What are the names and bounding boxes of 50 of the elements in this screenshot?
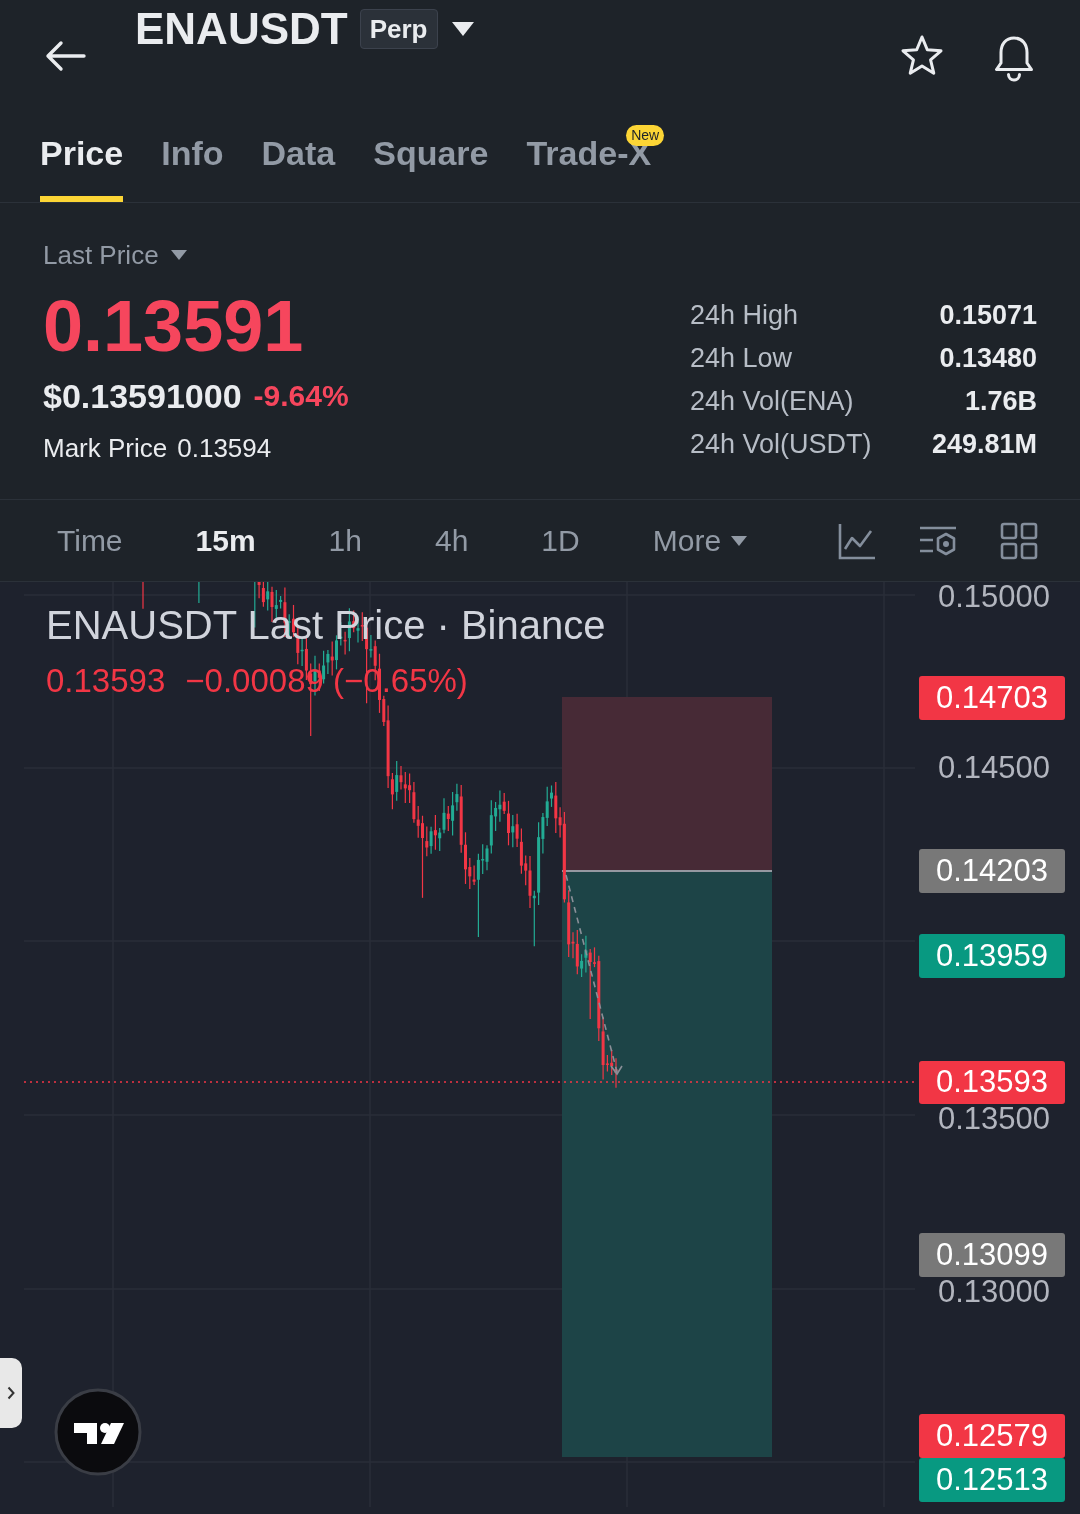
price-axis-label: 0.13000 [938,1277,1051,1307]
price-tag: 0.14203 [919,849,1065,893]
more-menu-button[interactable]: More [652,518,748,563]
mark-price-value: 0.13594 [177,431,272,465]
interval-option[interactable]: 4h [435,518,469,563]
logo-icon [54,1388,142,1476]
back-arrow-icon[interactable] [45,40,86,72]
stat-value: 0.15071 [938,299,1037,332]
usd-price: $0.13591000 [43,376,242,416]
price-tag: 0.13959 [919,934,1065,978]
price-tag: 0.13593 [919,1061,1065,1104]
price-axis-label: 0.15000 [938,582,1051,612]
stat-value: 0.13480 [938,342,1037,375]
new-badge: New [626,125,665,146]
tab[interactable]: Data [261,110,336,202]
tab[interactable]: Price [40,110,124,202]
stat-label: 24h Low [690,342,794,375]
tab[interactable]: Square [373,110,489,202]
tab[interactable]: Info [161,110,224,202]
price-change: -9.64% [253,378,349,414]
caret-down-icon [170,250,187,260]
dropdown-caret-icon[interactable] [451,22,474,36]
stat-value: 1.76B [963,385,1037,418]
stat-value: 249.81M [930,428,1037,461]
price-tag: 0.14703 [919,676,1065,720]
legend-last-value: 0.13593 [46,663,166,699]
price-axis-label: 0.14500 [938,753,1051,783]
line-chart-icon[interactable] [838,521,876,560]
interval-option[interactable]: 1h [328,518,362,563]
caret-down-icon [731,535,748,546]
interval-option[interactable]: Time [57,518,123,563]
price-tag: 0.12579 [919,1414,1065,1458]
last-price-dropdown[interactable]: Last Price [43,239,187,271]
price-axis-label: 0.13500 [938,1104,1051,1134]
symbol-title: ENAUSDT [135,6,348,52]
stat-label: 24h High [690,299,800,332]
drawer-handle[interactable] [0,1358,22,1428]
star-icon[interactable] [900,34,944,78]
interval-option[interactable]: 15m [195,518,256,563]
stat-label: 24h Vol(USDT) [690,428,872,461]
stat-label: 24h Vol(ENA) [690,385,855,418]
mark-price-label: Mark Price [43,431,168,465]
contract-type-badge: Perp [359,9,438,49]
bell-icon[interactable] [992,34,1036,82]
interval-option[interactable]: 1D [541,518,580,563]
last-price: 0.13591 [43,290,304,362]
price-tag: 0.12513 [919,1458,1065,1502]
chevron-right-icon [7,1386,15,1400]
price-tag: 0.13099 [919,1233,1065,1277]
grid-icon[interactable] [1000,521,1038,560]
